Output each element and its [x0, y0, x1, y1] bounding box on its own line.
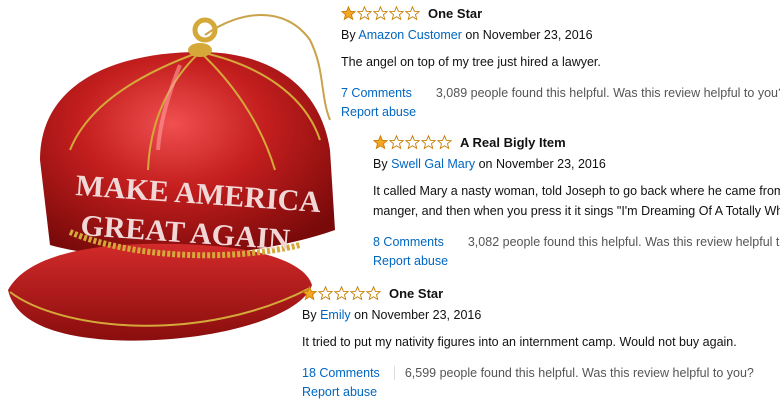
review-body: It called Mary a nasty woman, told Josep… — [373, 181, 780, 221]
hat-ornament-image: MAKE AMERICA GREAT AGAIN — [8, 14, 335, 341]
star-rating — [302, 285, 381, 301]
by-prefix: By — [302, 308, 317, 322]
review-body: The angel on top of my tree just hired a… — [341, 52, 780, 72]
by-prefix: By — [341, 28, 356, 42]
by-prefix: By — [373, 157, 388, 171]
date-prefix: on — [465, 28, 480, 42]
star-empty-icon — [334, 285, 349, 300]
review-title-row: A Real Bigly Item — [373, 133, 780, 151]
review-body: It tried to put my nativity figures into… — [302, 332, 780, 352]
star-empty-icon — [405, 134, 420, 149]
review-date: November 23, 2016 — [482, 28, 593, 42]
review-byline: By Amazon Customer on November 23, 2016 — [341, 28, 780, 44]
star-empty-icon — [405, 5, 420, 20]
review-card: One Star By Amazon Customer on November … — [341, 4, 780, 121]
star-filled-icon — [341, 5, 356, 20]
comments-link[interactable]: 8 Comments — [373, 235, 444, 249]
review-meta: 7 Comments 3,089 people found this helpf… — [341, 85, 780, 101]
report-abuse-link[interactable]: Report abuse — [341, 105, 780, 121]
comments-link[interactable]: 18 Comments — [302, 366, 380, 380]
report-abuse-link[interactable]: Report abuse — [373, 254, 780, 270]
review-author-link[interactable]: Emily — [320, 308, 351, 322]
review-title-row: One Star — [341, 4, 780, 22]
helpful-text: 3,082 people found this helpful. Was thi… — [467, 235, 780, 249]
star-empty-icon — [421, 134, 436, 149]
review-meta: 18 Comments 6,599 people found this help… — [302, 365, 780, 381]
review-body-line: manger, and then when you press it it si… — [373, 204, 780, 218]
comments-link[interactable]: 7 Comments — [341, 86, 412, 100]
star-filled-icon — [373, 134, 388, 149]
review-title-row: One Star — [302, 284, 780, 302]
review-byline: By Emily on November 23, 2016 — [302, 308, 780, 324]
helpful-text: 6,599 people found this helpful. Was thi… — [404, 366, 754, 380]
review-date: November 23, 2016 — [371, 308, 482, 322]
star-rating — [373, 134, 452, 150]
review-body-line: The angel on top of my tree just hired a… — [341, 55, 601, 69]
divider — [393, 366, 395, 380]
star-empty-icon — [373, 5, 388, 20]
star-empty-icon — [437, 134, 452, 149]
review-author-link[interactable]: Swell Gal Mary — [391, 157, 475, 171]
review-body-line: It tried to put my nativity figures into… — [302, 335, 737, 349]
star-empty-icon — [389, 134, 404, 149]
date-prefix: on — [354, 308, 369, 322]
star-empty-icon — [389, 5, 404, 20]
review-byline: By Swell Gal Mary on November 23, 2016 — [373, 157, 780, 173]
date-prefix: on — [478, 157, 493, 171]
star-empty-icon — [366, 285, 381, 300]
review-date: November 23, 2016 — [496, 157, 606, 171]
review-card: A Real Bigly Item By Swell Gal Mary on N… — [373, 133, 780, 270]
review-body-line: It called Mary a nasty woman, told Josep… — [373, 184, 780, 198]
report-abuse-link[interactable]: Report abuse — [302, 385, 780, 401]
star-empty-icon — [357, 5, 372, 20]
review-meta: 8 Comments 3,082 people found this helpf… — [373, 234, 780, 250]
review-title: One Star — [428, 5, 483, 21]
review-author-link[interactable]: Amazon Customer — [358, 28, 462, 42]
review-title: One Star — [389, 285, 444, 301]
star-rating — [341, 5, 420, 21]
review-card: One Star By Emily on November 23, 2016 I… — [302, 284, 780, 401]
star-empty-icon — [318, 285, 333, 300]
review-title: A Real Bigly Item — [460, 134, 566, 150]
star-empty-icon — [350, 285, 365, 300]
star-filled-icon — [302, 285, 317, 300]
helpful-text: 3,089 people found this helpful. Was thi… — [435, 86, 780, 100]
